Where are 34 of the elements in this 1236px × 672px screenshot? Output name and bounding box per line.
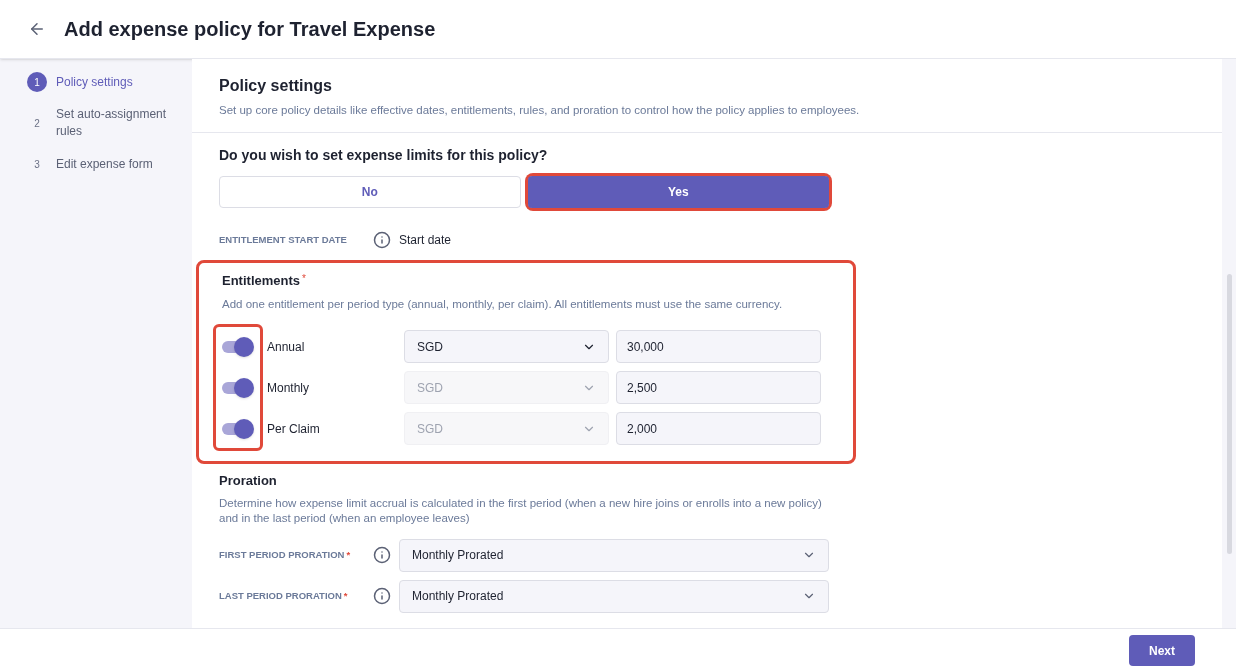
limits-question: Do you wish to set expense limits for this policy? (219, 146, 549, 166)
info-icon[interactable] (373, 546, 391, 564)
section-title: Policy settings (219, 76, 333, 96)
entitlements-title: Entitlements* (222, 272, 307, 291)
option-button[interactable]: No (219, 176, 521, 209)
amount-field[interactable]: 2,500 (616, 371, 821, 404)
currency-select[interactable]: SGD (404, 330, 609, 363)
toggle-switch[interactable] (222, 336, 254, 357)
toggle-switch[interactable] (222, 418, 254, 439)
start-date-label: ENTITLEMENT START DATE (219, 233, 348, 248)
proration-label: LAST PERIOD PRORATION * (219, 588, 349, 603)
option-button[interactable]: Yes (527, 176, 829, 209)
toggle-switch[interactable] (222, 377, 254, 398)
step-item[interactable]: 2 Set auto-assignment rules (27, 106, 192, 140)
step-item[interactable]: 1 Policy settings (27, 72, 192, 92)
page-title: Add expense policy for Travel Expense (64, 17, 436, 42)
proration-description: Determine how expense limit accrual is calculated in the first period (when a new hire joins or enrolls into a new policy) and in the last period (when an employee leaves) (219, 495, 823, 526)
start-date-value: Start date (399, 232, 452, 250)
period-label: Monthly (267, 379, 311, 397)
scrollbar-thumb[interactable] (1226, 274, 1232, 554)
period-label: Annual (267, 338, 306, 356)
info-icon[interactable] (373, 587, 391, 605)
period-label: Per Claim (267, 420, 321, 438)
proration-title: Proration (219, 472, 278, 490)
amount-field[interactable]: 2,000 (616, 412, 821, 445)
info-icon[interactable] (373, 231, 391, 250)
next-button[interactable]: Next (1129, 635, 1195, 666)
proration-select[interactable]: Monthly Prorated (399, 579, 829, 613)
entitlements-description: Add one entitlement per period type (annual, monthly, per claim). All entitlements must use the same currency. (222, 296, 784, 312)
proration-label: FIRST PERIOD PRORATION * (219, 547, 352, 562)
amount-field[interactable]: 30,000 (616, 330, 821, 363)
section-description: Set up core policy details like effective dates, entitlements, rules, and proration to control how the policy applies to employees. (219, 103, 861, 118)
proration-select[interactable]: Monthly Prorated (399, 538, 829, 572)
step-item[interactable]: 3 Edit expense form (27, 154, 192, 174)
